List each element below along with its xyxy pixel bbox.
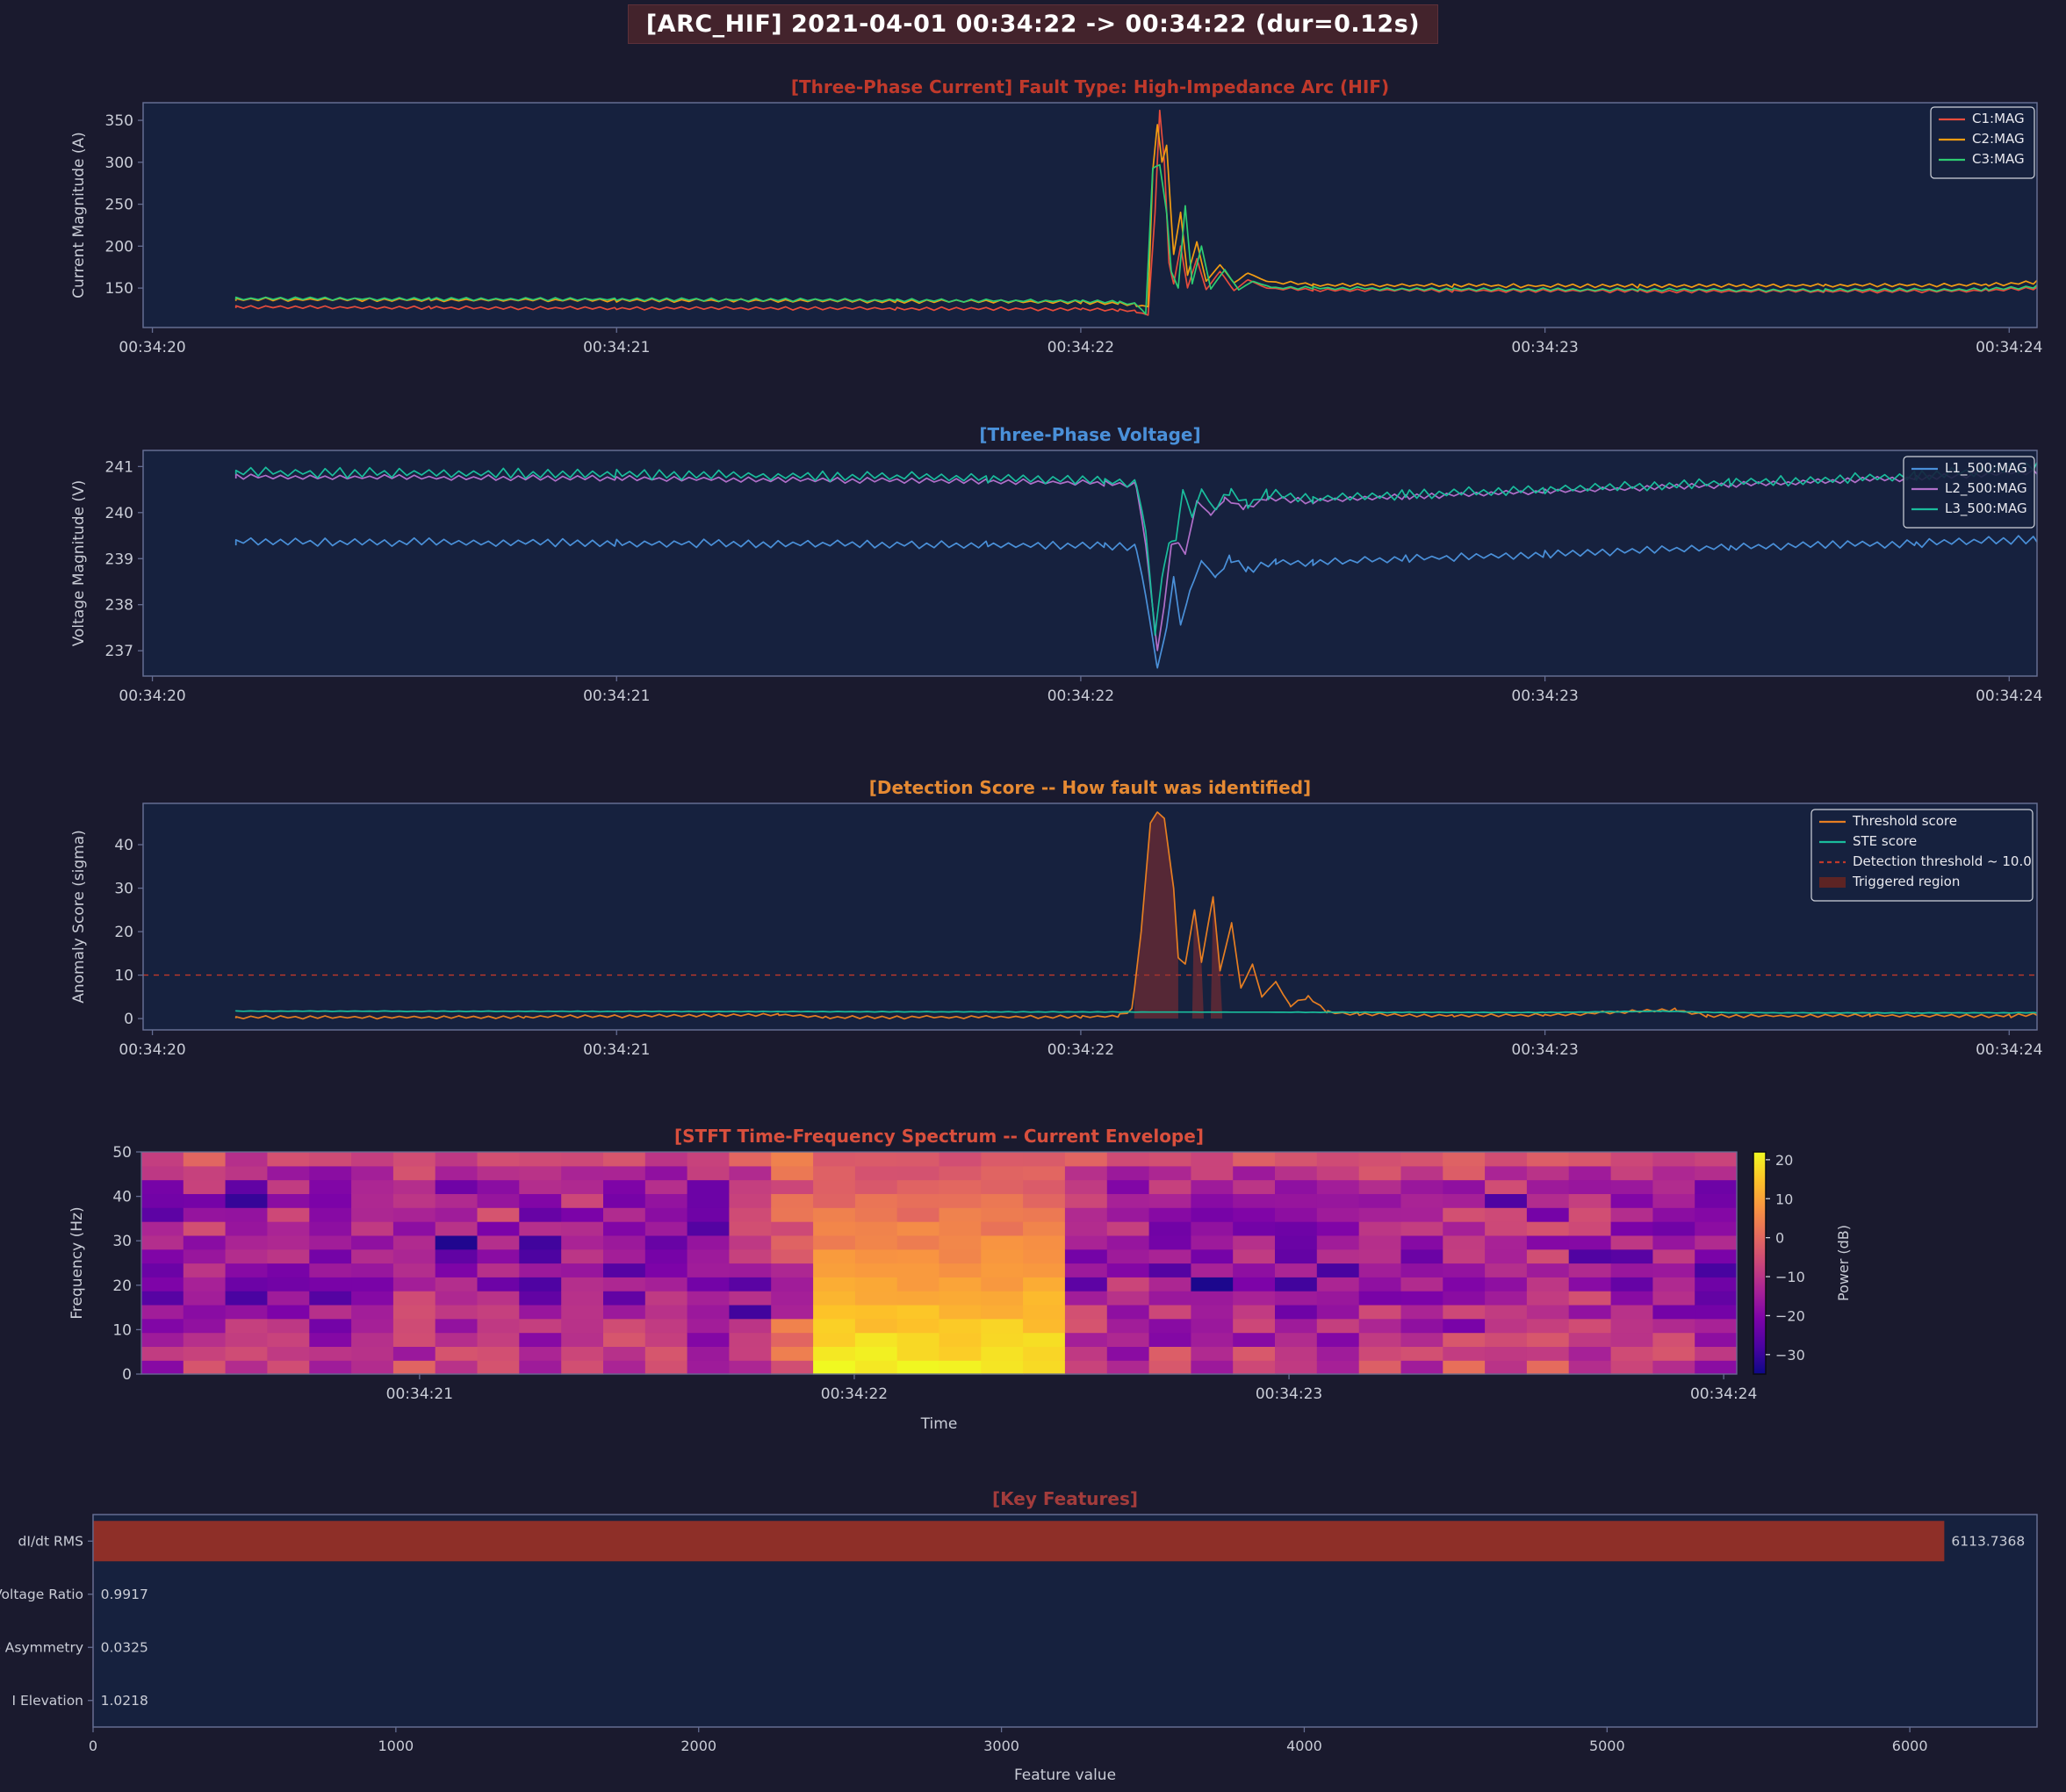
feature-label: dI/dt RMS <box>18 1533 83 1549</box>
svg-text:238: 238 <box>105 597 133 615</box>
svg-text:Threshold score: Threshold score <box>1852 813 1957 829</box>
svg-text:4000: 4000 <box>1286 1738 1322 1754</box>
x-axis-label: Time <box>920 1415 958 1433</box>
feature-bar <box>93 1521 1945 1562</box>
y-axis-label: Current Magnitude (A) <box>70 132 88 299</box>
svg-text:00:34:23: 00:34:23 <box>1511 339 1578 356</box>
svg-text:00:34:20: 00:34:20 <box>119 1041 185 1059</box>
svg-text:−30: −30 <box>1775 1347 1805 1364</box>
svg-text:150: 150 <box>105 280 133 298</box>
svg-text:0: 0 <box>124 1011 133 1028</box>
svg-text:239: 239 <box>105 551 133 568</box>
current-title: [Three-Phase Current] Fault Type: High-I… <box>791 76 1389 97</box>
svg-text:00:34:20: 00:34:20 <box>119 687 185 705</box>
current-chart: [Three-Phase Current] Fault Type: High-I… <box>70 76 2042 356</box>
key-features-chart: [Key Features] dI/dt RMS 6113.7368 Voltage … <box>0 1488 2038 1784</box>
feature-value: 0.9917 <box>101 1587 148 1602</box>
svg-text:00:34:23: 00:34:23 <box>1511 687 1578 705</box>
svg-text:1000: 1000 <box>378 1738 414 1754</box>
svg-text:00:34:21: 00:34:21 <box>583 687 650 705</box>
svg-text:20: 20 <box>112 1277 132 1295</box>
detection-title: [Detection Score -- How fault was identi… <box>869 777 1311 798</box>
svg-text:0: 0 <box>89 1738 97 1754</box>
svg-text:00:34:21: 00:34:21 <box>386 1385 453 1403</box>
svg-text:10: 10 <box>1775 1191 1793 1207</box>
feature-value: 6113.7368 <box>1951 1533 2025 1549</box>
svg-text:30: 30 <box>114 881 133 898</box>
svg-text:00:34:24: 00:34:24 <box>1976 687 2042 705</box>
svg-text:237: 237 <box>105 643 133 660</box>
svg-text:00:34:22: 00:34:22 <box>1047 339 1114 356</box>
svg-text:STE score: STE score <box>1853 833 1917 849</box>
voltage-chart: [Three-Phase Voltage] 237 238 239 240 241 00:3… <box>70 424 2042 705</box>
current-legend: C1:MAG C2:MAG C3:MAG <box>1930 106 2035 179</box>
svg-text:00:34:22: 00:34:22 <box>821 1385 888 1403</box>
svg-text:40: 40 <box>112 1189 132 1206</box>
svg-text:240: 240 <box>105 505 133 522</box>
svg-text:C1:MAG: C1:MAG <box>1972 111 2025 126</box>
feature-label: I Elevation <box>12 1693 84 1709</box>
svg-text:00:34:24: 00:34:24 <box>1690 1385 1757 1403</box>
svg-text:00:34:22: 00:34:22 <box>1047 1041 1114 1059</box>
svg-text:00:34:21: 00:34:21 <box>583 1041 650 1059</box>
stft-title: [STFT Time-Frequency Spectrum -- Current… <box>674 1126 1204 1147</box>
voltage-title: [Three-Phase Voltage] <box>979 424 1200 445</box>
svg-text:5000: 5000 <box>1589 1738 1625 1754</box>
svg-text:00:34:24: 00:34:24 <box>1976 1041 2042 1059</box>
svg-text:Triggered region: Triggered region <box>1852 874 1960 889</box>
svg-text:00:34:23: 00:34:23 <box>1256 1385 1322 1403</box>
svg-text:3000: 3000 <box>983 1738 1019 1754</box>
svg-text:C2:MAG: C2:MAG <box>1972 131 2025 147</box>
svg-text:L3_500:MAG: L3_500:MAG <box>1945 500 2027 517</box>
svg-text:30: 30 <box>112 1233 132 1250</box>
svg-text:6000: 6000 <box>1892 1738 1928 1754</box>
svg-text:00:34:22: 00:34:22 <box>1047 687 1114 705</box>
feature-label: Voltage Ratio <box>0 1587 83 1602</box>
stft-spectrogram-chart: [STFT Time-Frequency Spectrum -- Current… <box>68 1126 1852 1433</box>
svg-text:50: 50 <box>112 1144 132 1162</box>
svg-text:300: 300 <box>105 155 133 172</box>
svg-text:20: 20 <box>114 924 133 941</box>
feature-value: 0.0325 <box>101 1639 148 1655</box>
figure-title: [ARC_HIF] 2021-04-01 00:34:22 -> 00:34:2… <box>627 4 1439 44</box>
feature-value: 1.0218 <box>101 1693 148 1709</box>
svg-text:10: 10 <box>112 1321 132 1339</box>
detection-score-chart: [Detection Score -- How fault was identi… <box>70 777 2042 1059</box>
svg-text:00:34:20: 00:34:20 <box>119 339 185 356</box>
svg-text:2000: 2000 <box>680 1738 716 1754</box>
svg-text:10: 10 <box>114 968 133 985</box>
svg-text:20: 20 <box>1775 1152 1793 1169</box>
svg-text:250: 250 <box>105 197 133 214</box>
svg-text:00:34:23: 00:34:23 <box>1511 1041 1578 1059</box>
svg-text:Detection threshold ~ 10.0: Detection threshold ~ 10.0 <box>1853 853 2032 869</box>
svg-text:350: 350 <box>105 112 133 130</box>
svg-text:−10: −10 <box>1775 1269 1805 1285</box>
page: [ARC_HIF] 2021-04-01 00:34:22 -> 00:34:2… <box>0 0 2066 1792</box>
svg-text:0: 0 <box>1775 1230 1784 1247</box>
y-axis-label: Voltage Magnitude (V) <box>70 480 88 647</box>
colorbar: 20 10 0 −10 −20 −30 Power (dB) <box>1753 1151 1852 1375</box>
svg-text:−20: −20 <box>1775 1307 1805 1324</box>
features-title: [Key Features] <box>992 1488 1138 1509</box>
svg-text:C3:MAG: C3:MAG <box>1972 151 2025 167</box>
detection-legend: Threshold score STE score Detection thresh… <box>1810 809 2034 902</box>
y-axis-label: Frequency (Hz) <box>68 1206 86 1319</box>
svg-text:200: 200 <box>105 238 133 255</box>
colorbar-label: Power (dB) <box>1835 1225 1852 1301</box>
svg-text:L2_500:MAG: L2_500:MAG <box>1945 480 2027 497</box>
feature-label: Phase Asymmetry <box>0 1639 83 1655</box>
svg-text:L1_500:MAG: L1_500:MAG <box>1945 460 2027 477</box>
x-axis-label: Feature value <box>1014 1767 1116 1784</box>
voltage-legend: L1_500:MAG L2_500:MAG L3_500:MAG <box>1903 456 2035 529</box>
svg-text:00:34:24: 00:34:24 <box>1976 339 2042 356</box>
y-axis-label: Anomaly Score (sigma) <box>70 830 88 1004</box>
banner-wrap: [ARC_HIF] 2021-04-01 00:34:22 -> 00:34:2… <box>0 4 2066 44</box>
svg-text:40: 40 <box>114 837 133 854</box>
svg-text:00:34:21: 00:34:21 <box>583 339 650 356</box>
svg-text:0: 0 <box>122 1366 132 1384</box>
svg-text:241: 241 <box>105 458 133 476</box>
